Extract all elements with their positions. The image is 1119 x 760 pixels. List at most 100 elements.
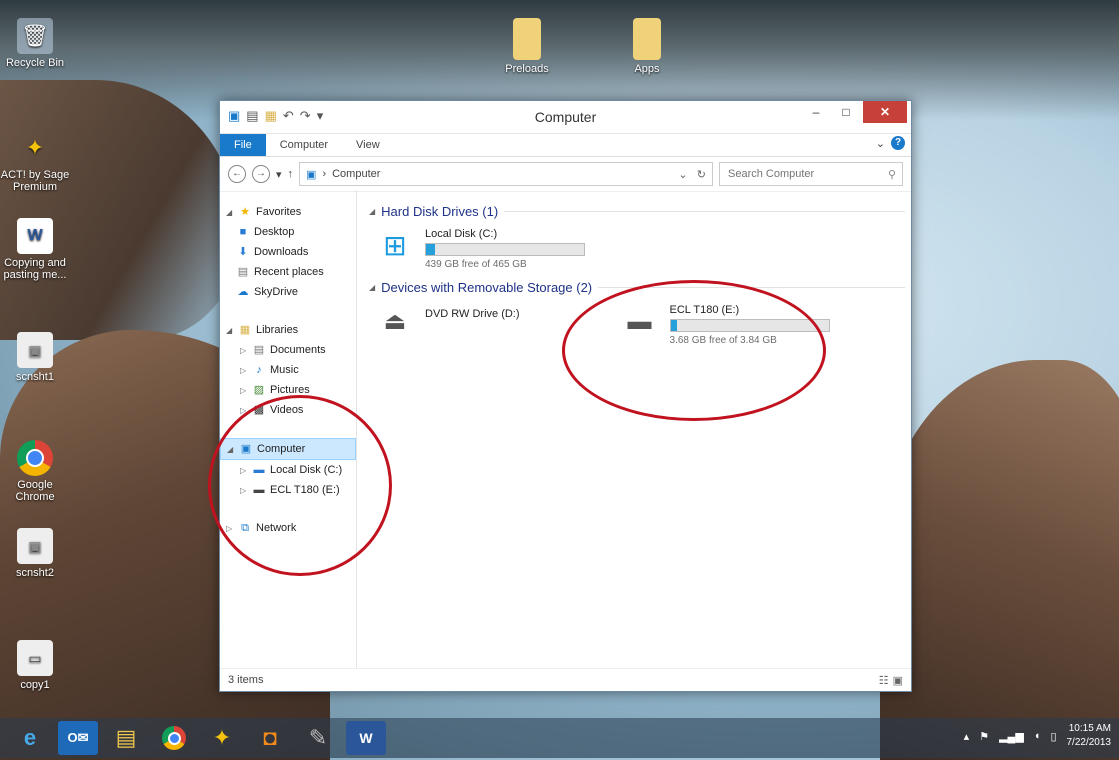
drive-usage-bar: [425, 243, 585, 256]
ribbon-tabs: File Computer View ⌄ ?: [220, 134, 911, 157]
word-taskbar-icon[interactable]: W: [346, 721, 386, 755]
desktop-icon-recycle-bin[interactable]: 🗑 Recycle Bin: [0, 18, 70, 69]
collapse-icon[interactable]: ◢: [226, 208, 234, 217]
recent-places-icon: ▤: [237, 266, 249, 278]
desktop-icon-preloads[interactable]: Preloads: [492, 18, 562, 75]
desktop-icon-word-doc[interactable]: W Copying and pasting me...: [0, 218, 70, 281]
search-input[interactable]: [726, 167, 860, 181]
group-hard-disk-drives[interactable]: ◢ Hard Disk Drives (1): [369, 200, 911, 222]
image-file-icon: ▣: [17, 528, 53, 564]
desktop-icon-chrome[interactable]: Google Chrome: [0, 440, 70, 503]
large-icons-view-icon[interactable]: ▣: [893, 674, 903, 687]
nav-item-music[interactable]: ▷ ♪ Music: [220, 360, 356, 380]
pictures-icon: ▨: [253, 384, 265, 396]
nav-label: Music: [270, 364, 299, 376]
show-hidden-icons-icon[interactable]: ▴: [964, 730, 970, 743]
minimize-button[interactable]: –: [801, 101, 831, 123]
desktop-icon-label: Preloads: [505, 63, 549, 75]
clock-time: 10:15 AM: [1068, 723, 1111, 734]
desktop-icon-label: copy1: [20, 679, 50, 691]
help-icon[interactable]: ?: [891, 136, 905, 150]
desktop-icon-scnsht2[interactable]: ▣ scnsht2: [0, 528, 70, 579]
title-bar[interactable]: ▣ ▤ ▦ ↶ ↷ ▾ Computer – □ ✕: [220, 101, 911, 134]
desktop-icon-label: Google Chrome: [15, 479, 55, 503]
expand-icon[interactable]: ▷: [240, 346, 248, 355]
act-taskbar-icon[interactable]: ✦: [202, 721, 242, 755]
desktop-icon-label: Apps: [634, 63, 660, 75]
tab-view[interactable]: View: [342, 139, 394, 151]
nav-favorites[interactable]: ◢ ★ Favorites: [220, 202, 356, 222]
file-tab[interactable]: File: [220, 134, 266, 156]
ie-icon[interactable]: e: [10, 721, 50, 755]
desktop-icon-apps[interactable]: Apps: [612, 18, 682, 75]
recycle-bin-icon: 🗑: [17, 18, 53, 54]
nav-label: Desktop: [254, 226, 295, 238]
collapse-icon[interactable]: ◢: [369, 207, 375, 216]
group-title: Devices with Removable Storage (2): [381, 279, 593, 295]
close-button[interactable]: ✕: [863, 101, 907, 123]
up-button[interactable]: ↑: [288, 168, 294, 180]
nav-item-documents[interactable]: ▷ ▤ Documents: [220, 340, 356, 360]
word-doc-icon: W: [17, 218, 53, 254]
back-button[interactable]: ←: [228, 165, 246, 183]
forward-button[interactable]: →: [252, 165, 270, 183]
file-explorer-icon[interactable]: ▤: [106, 721, 146, 755]
recent-locations-icon[interactable]: ▾: [276, 168, 282, 181]
desktop-icon-label: scnsht2: [16, 567, 54, 579]
collapse-icon[interactable]: ◢: [226, 326, 234, 335]
search-box[interactable]: ⚲: [719, 162, 903, 186]
clock[interactable]: 10:15 AM 7/22/2013: [1067, 722, 1112, 750]
breadcrumb[interactable]: Computer: [332, 168, 380, 180]
refresh-icon[interactable]: ⌄ ↻: [678, 168, 706, 181]
drive-name: DVD RW Drive (D:): [425, 308, 520, 320]
expand-icon[interactable]: ▷: [240, 386, 248, 395]
desktop-icon-act[interactable]: ✦ ACT! by Sage Premium: [0, 130, 70, 193]
search-icon[interactable]: ⚲: [888, 168, 896, 181]
annotation-circle-nav: [208, 395, 392, 576]
nav-label: Recent places: [254, 266, 324, 278]
maximize-button[interactable]: □: [831, 101, 861, 123]
desktop-icon-scnsht1[interactable]: ▣ scnsht1: [0, 332, 70, 383]
nav-label: Libraries: [256, 324, 299, 336]
flag-icon[interactable]: ⚑: [979, 730, 989, 743]
image-file-icon: ▣: [17, 332, 53, 368]
ribbon-expand-icon[interactable]: ⌄: [876, 137, 885, 150]
act-icon: ✦: [25, 135, 45, 160]
signal-icon[interactable]: ▂▄▆: [999, 730, 1024, 743]
folder-icon: [633, 18, 661, 60]
media-player-icon[interactable]: ◘: [250, 721, 290, 755]
desktop-icon-label: ACT! by Sage Premium: [0, 169, 70, 193]
group-title: Hard Disk Drives (1): [381, 203, 499, 219]
address-bar-row: ← → ▾ ↑ ▣ › Computer ⌄ ↻ ⚲: [220, 157, 911, 192]
drive-dvd-rw-d[interactable]: ⏏ DVD RW Drive (D:): [369, 298, 520, 352]
battery-icon[interactable]: ▯: [1050, 730, 1056, 743]
desktop-icon-copy1[interactable]: ▭ copy1: [0, 640, 70, 691]
volume-icon[interactable]: ◖: [1034, 730, 1041, 742]
tab-computer[interactable]: Computer: [266, 139, 342, 151]
folder-icon: [513, 18, 541, 60]
chrome-taskbar-icon[interactable]: [154, 721, 194, 755]
status-bar: 3 items ☷ ▣: [220, 668, 911, 691]
paint-icon[interactable]: ✎: [298, 721, 338, 755]
music-icon: ♪: [256, 364, 262, 376]
address-bar[interactable]: ▣ › Computer ⌄ ↻: [299, 162, 713, 186]
nav-item-recent-places[interactable]: ▤ Recent places: [220, 262, 356, 282]
nav-item-desktop[interactable]: ■ Desktop: [220, 222, 356, 242]
nav-item-skydrive[interactable]: ☁ SkyDrive: [220, 282, 356, 302]
collapse-icon[interactable]: ◢: [369, 283, 375, 292]
drive-name: Local Disk (C:): [425, 228, 498, 240]
documents-icon: ▤: [253, 344, 265, 356]
expand-icon[interactable]: ▷: [240, 366, 248, 375]
cloud-icon: ☁: [237, 286, 249, 298]
nav-item-downloads[interactable]: ⬇ Downloads: [220, 242, 356, 262]
drive-local-disk-c[interactable]: ⊞ Local Disk (C:) 439 GB free of 465 GB: [369, 222, 911, 276]
annotation-circle-drive-e: [562, 280, 826, 421]
chrome-icon: [17, 440, 53, 476]
downloads-icon: ⬇: [238, 246, 248, 258]
desktop-icon-label: Recycle Bin: [5, 57, 65, 69]
explorer-window: ▣ ▤ ▦ ↶ ↷ ▾ Computer – □ ✕ File Computer…: [219, 100, 912, 692]
details-view-icon[interactable]: ☷: [879, 674, 889, 687]
clock-date: 7/22/2013: [1066, 737, 1112, 748]
nav-libraries[interactable]: ◢ ▦ Libraries: [220, 320, 356, 340]
outlook-icon[interactable]: O✉: [58, 721, 98, 755]
